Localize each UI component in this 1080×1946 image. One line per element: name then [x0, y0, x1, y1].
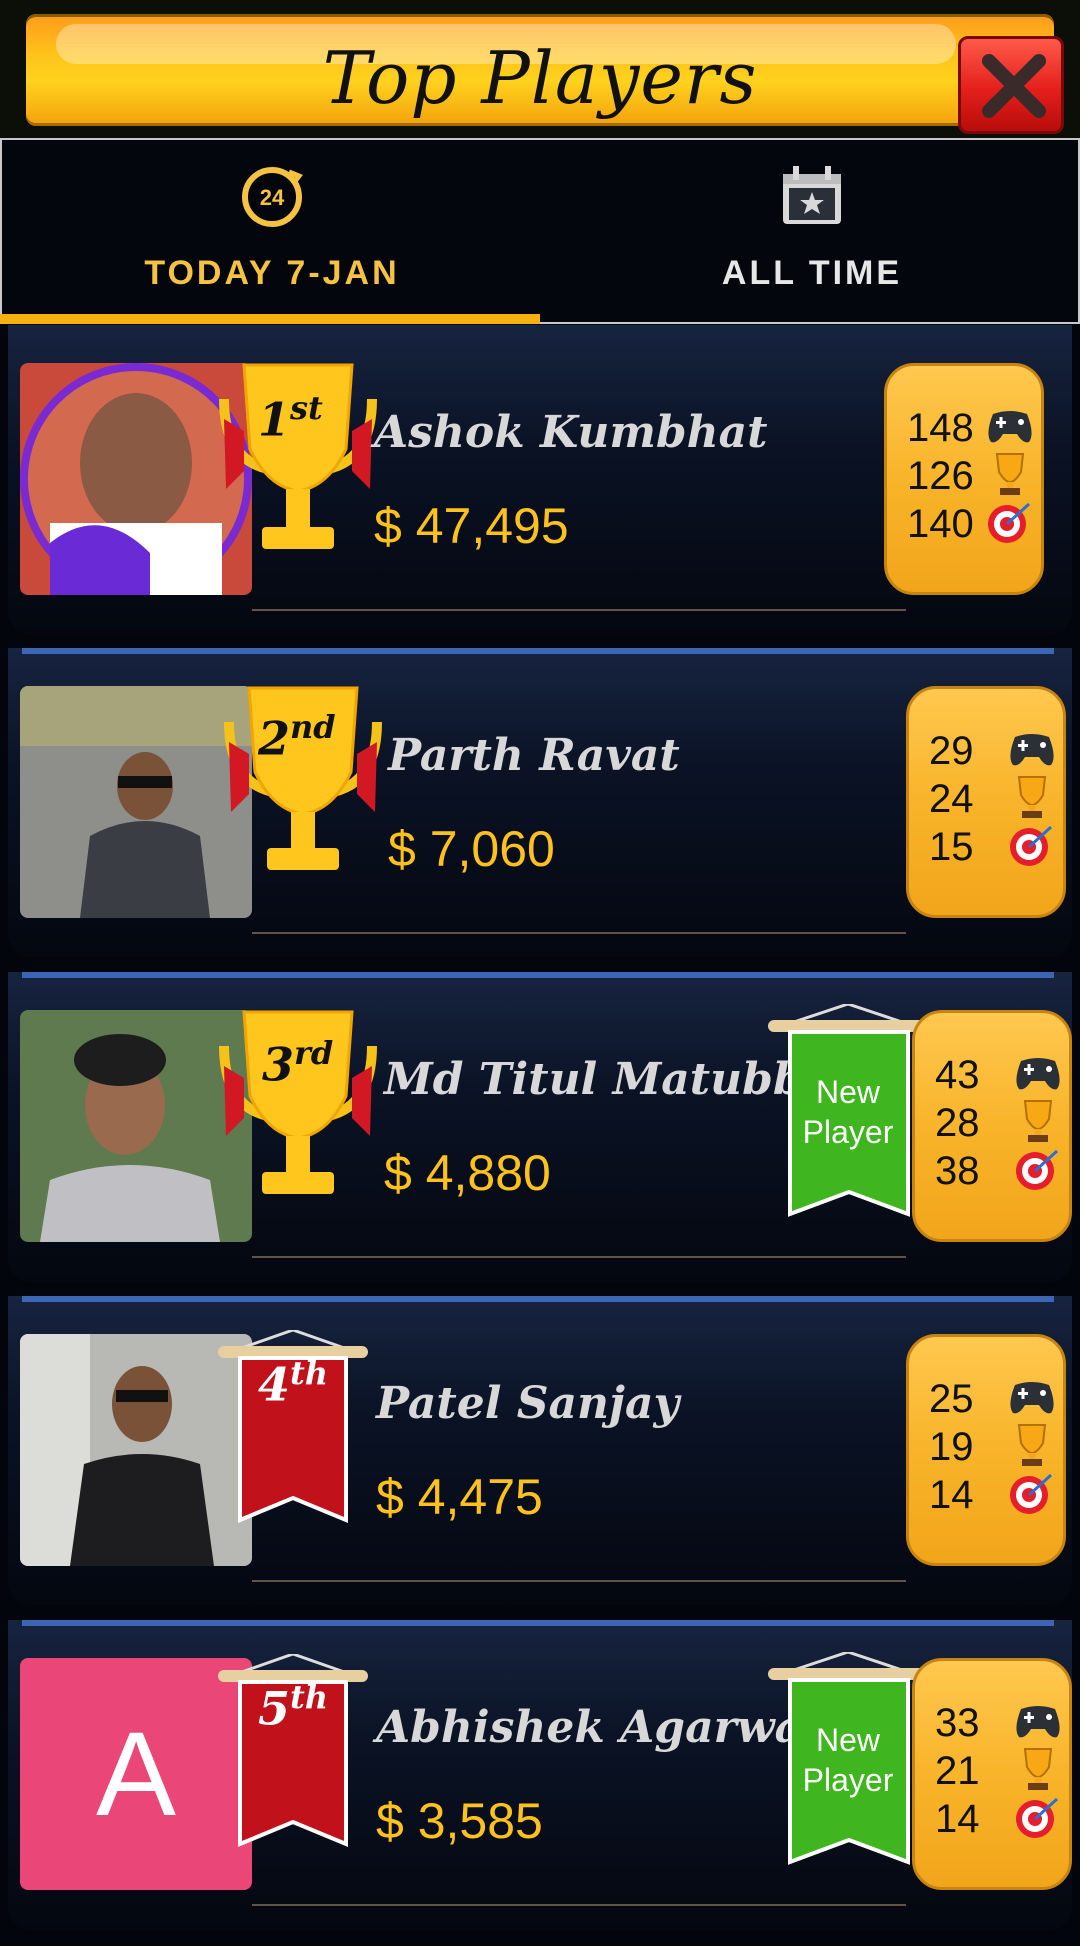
- gamepad-icon: [1016, 1058, 1060, 1090]
- gamepad-icon: [1016, 1706, 1060, 1738]
- player-name: Patel Sanjay: [376, 1378, 680, 1429]
- new-player-banner: New Player: [768, 1002, 928, 1228]
- gamepad-icon: [1010, 1382, 1054, 1414]
- tab-today-label: TODAY 7-JAN: [144, 254, 400, 292]
- player-row[interactable]: 4th Patel Sanjay $ 4,475 25 19 14: [0, 1296, 1080, 1619]
- trophy-icon: [995, 453, 1025, 495]
- target-icon: [1016, 1149, 1059, 1190]
- tab-bar: 24 TODAY 7-JAN ALL TIME: [0, 138, 1080, 324]
- row-top-line: [22, 1620, 1054, 1626]
- stat-targets: 15: [929, 825, 1059, 870]
- stat-games: 43: [935, 1053, 1065, 1098]
- gamepad-icon: [1010, 734, 1054, 766]
- target-icon: [1016, 1797, 1059, 1838]
- header-bar: Top Players: [0, 0, 1080, 138]
- new-player-banner: New Player: [768, 1650, 928, 1876]
- stat-trophies: 28: [935, 1100, 1065, 1146]
- rank-label: 1st: [258, 389, 323, 447]
- target-icon: [988, 502, 1031, 543]
- player-name: Ashok Kumbhat: [374, 407, 768, 458]
- gamepad-icon: [988, 411, 1032, 443]
- player-name: Abhishek Agarwal: [376, 1702, 820, 1753]
- new-player-label: New Player: [802, 1722, 894, 1798]
- rank-label: 3rd: [262, 1034, 334, 1092]
- page-title: Top Players: [322, 36, 758, 120]
- row-top-line: [22, 1296, 1054, 1302]
- player-row[interactable]: 1st Ashok Kumbhat $ 47,495 148 126 140: [0, 325, 1080, 648]
- trophy-icon: [1017, 1424, 1047, 1466]
- row-divider: [252, 1256, 906, 1258]
- player-money: $ 3,585: [376, 1793, 543, 1849]
- row-top-line: [22, 648, 1054, 654]
- row-divider: [252, 932, 906, 934]
- stat-targets: 14: [929, 1473, 1059, 1518]
- active-tab-indicator: [0, 314, 540, 324]
- player-row[interactable]: 2nd Parth Ravat $ 7,060 29 24 15: [0, 648, 1080, 971]
- player-money: $ 47,495: [374, 498, 569, 554]
- rank-label: 4th: [258, 1354, 329, 1412]
- rank-label: 2nd: [258, 708, 336, 766]
- stat-trophies: 126: [907, 453, 1037, 499]
- stat-trophies: 19: [929, 1424, 1059, 1470]
- target-icon: [1010, 1473, 1053, 1514]
- tab-today[interactable]: 24 TODAY 7-JAN: [2, 140, 542, 322]
- title-banner: Top Players: [26, 14, 1064, 134]
- stat-targets: 38: [935, 1149, 1065, 1194]
- row-divider: [252, 1904, 906, 1906]
- stats-panel: 43 28 38: [912, 1010, 1072, 1242]
- row-divider: [252, 1580, 906, 1582]
- tab-all-time-label: ALL TIME: [721, 254, 903, 292]
- calendar-star-icon: [783, 166, 841, 224]
- stat-targets: 14: [935, 1797, 1065, 1842]
- stat-games: 25: [929, 1377, 1059, 1422]
- svg-text:24: 24: [260, 185, 285, 210]
- trophy-icon: [1023, 1748, 1053, 1790]
- new-player-label: New Player: [802, 1074, 894, 1150]
- close-button[interactable]: [958, 36, 1064, 134]
- player-money: $ 4,880: [384, 1145, 551, 1201]
- player-row[interactable]: A 5th Abhishek Agarwal $ 3,585 New Player…: [0, 1620, 1080, 1943]
- target-icon: [1010, 825, 1053, 866]
- row-divider: [252, 609, 906, 611]
- player-money: $ 4,475: [376, 1469, 543, 1525]
- stat-games: 33: [935, 1701, 1065, 1746]
- stat-trophies: 21: [935, 1748, 1065, 1794]
- stat-games: 148: [907, 406, 1037, 451]
- stats-panel: 33 21 14: [912, 1658, 1072, 1890]
- trophy-icon: [1017, 776, 1047, 818]
- rank-label: 5th: [258, 1678, 329, 1736]
- stat-games: 29: [929, 729, 1059, 774]
- stat-targets: 140: [907, 502, 1037, 547]
- row-top-line: [22, 972, 1054, 978]
- 24-hours-icon: 24: [242, 167, 303, 227]
- player-money: $ 7,060: [388, 821, 555, 877]
- tab-all-time[interactable]: ALL TIME: [542, 140, 1080, 322]
- player-row[interactable]: 3rd Md Titul Matubber $ 4,880 New Player …: [0, 972, 1080, 1295]
- trophy-icon: [1023, 1100, 1053, 1142]
- stats-panel: 29 24 15: [906, 686, 1066, 918]
- stats-panel: 25 19 14: [906, 1334, 1066, 1566]
- stat-trophies: 24: [929, 776, 1059, 822]
- stats-panel: 148 126 140: [884, 363, 1044, 595]
- player-name: Parth Ravat: [388, 730, 680, 781]
- close-icon: [982, 54, 1046, 118]
